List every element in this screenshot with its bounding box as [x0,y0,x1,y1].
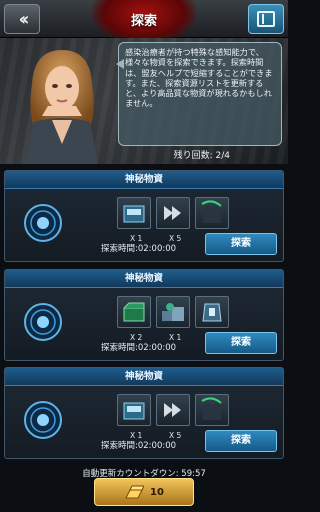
reward-item[interactable]: X 1 [117,197,151,243]
reward-items: X 1 X 5 X 1 [117,197,229,243]
reward-item[interactable]: X 1 [156,296,190,342]
character-portrait [26,50,98,164]
book-icon [257,11,275,27]
resource-pile-icon [162,303,184,321]
radar-orb-icon [24,401,62,439]
mission-panel-3: 神秘物資 X 1 X 5 X 1 [4,367,284,459]
reward-items: X 2 X 1 X 1 [117,296,229,342]
intro-area: 感染治療者が持つ特殊な感知能力で、様々な物資を探索できます。探索時間は、盟友ヘル… [0,38,288,164]
search-time: 探索時間:02:00:00 [101,343,177,353]
search-time: 探索時間:02:00:00 [101,244,177,254]
guide-button[interactable] [248,4,284,34]
armor-kit-icon [202,303,222,322]
mission-title: 神秘物資 [5,270,283,288]
speed-up-icon [164,206,181,220]
search-button[interactable]: 探索 [205,233,277,255]
speed-up-icon [164,403,181,417]
search-button[interactable]: 探索 [205,332,277,354]
food-crate-icon [123,205,145,223]
mission-title: 神秘物資 [5,171,283,189]
mission-panel-1: 神秘物資 X 1 X 5 X 1 [4,170,284,262]
reward-item[interactable]: X 5 [156,197,190,243]
reward-item[interactable]: X 2 [117,296,151,342]
refresh-cost: 10 [150,486,164,498]
food-crate-icon [123,402,145,420]
intro-speech-bubble: 感染治療者が持つ特殊な感知能力で、様々な物資を探索できます。探索時間は、盟友ヘル… [116,42,282,146]
radar-orb-icon [24,204,62,242]
reward-item[interactable]: X 1 [195,197,229,243]
recruit-soldiers-icon [201,397,222,420]
radar-orb-icon [24,303,62,341]
page-title: 探索 [130,14,157,29]
search-time: 探索時間:02:00:00 [101,441,177,451]
reward-item[interactable]: X 5 [156,394,190,440]
reward-item[interactable]: X 1 [195,296,229,342]
refresh-button[interactable]: 10 [94,478,194,506]
reward-item[interactable]: X 1 [195,394,229,440]
mission-title: 神秘物資 [5,368,283,386]
mission-panel-2: 神秘物資 X 2 X 1 X 1 探 [4,269,284,361]
reward-item[interactable]: X 1 [117,394,151,440]
reward-items: X 1 X 5 X 1 [117,394,229,440]
gold-bar-icon [125,485,145,499]
search-button[interactable]: 探索 [205,430,277,452]
recruit-soldiers-icon [201,200,222,223]
supply-chest-icon [123,302,145,322]
remaining-count: 残り回数: 2/4 [173,151,230,161]
